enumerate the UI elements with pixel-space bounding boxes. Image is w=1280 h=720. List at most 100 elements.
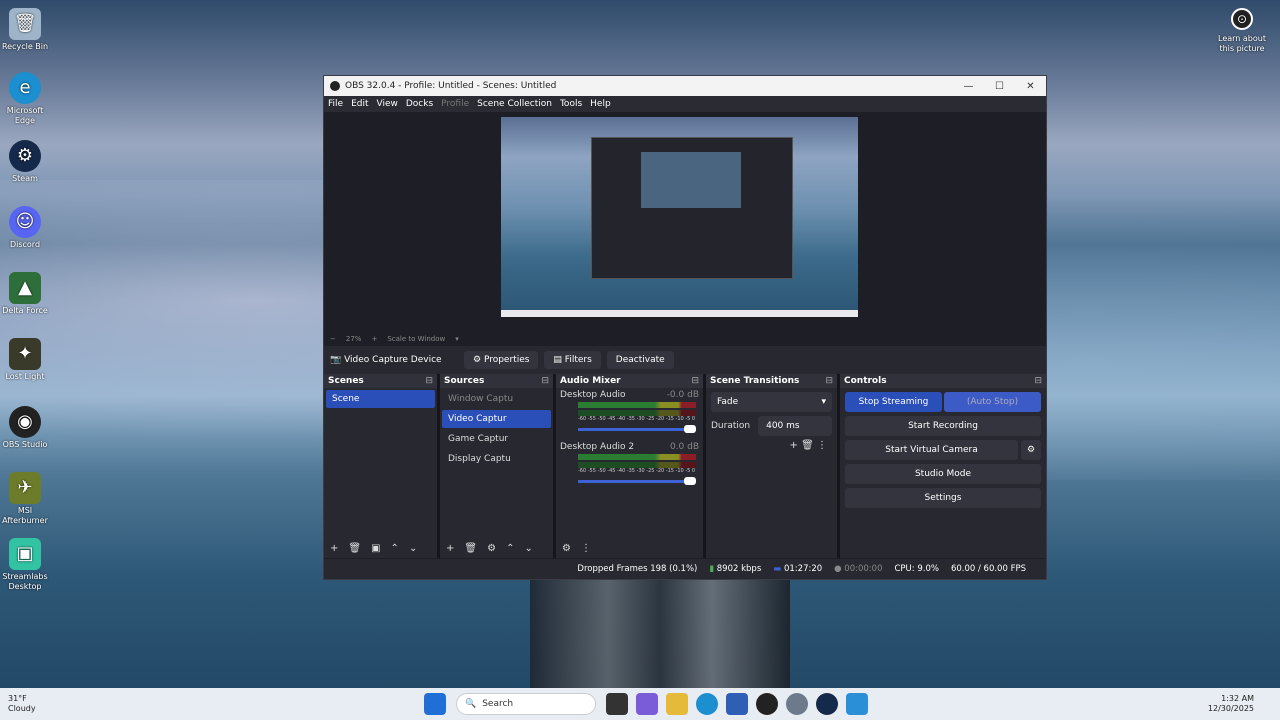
properties-button[interactable]: ⚙ Properties	[464, 351, 539, 369]
stream-time: ▬ 01:27:20	[773, 564, 823, 574]
source-item[interactable]: Game Captur	[442, 430, 551, 448]
menu-edit[interactable]: Edit	[351, 99, 368, 109]
streamlabs-icon: ▣	[9, 538, 41, 570]
nested-preview	[641, 152, 741, 208]
menu-profile[interactable]: Profile	[441, 99, 469, 109]
zoom-in-button[interactable]: +	[371, 335, 377, 343]
desktop-icon-msi-afterburner[interactable]: ✈ MSI Afterburner	[0, 472, 50, 526]
close-button[interactable]: ✕	[1015, 81, 1046, 92]
auto-stop-button[interactable]: (Auto Stop)	[944, 392, 1041, 412]
desktop-icon-steam[interactable]: ⚙ Steam	[0, 140, 50, 184]
volume-slider[interactable]	[578, 425, 696, 433]
stop-streaming-button[interactable]: Stop Streaming	[845, 392, 942, 412]
dock-menu-icon[interactable]: ⊟	[691, 376, 699, 386]
gear-icon[interactable]	[786, 693, 808, 715]
gear-icon[interactable]: ⚙	[487, 543, 496, 554]
trash-icon[interactable]: 🗑	[348, 543, 361, 554]
desktop-icon-edge[interactable]: e Microsoft Edge	[0, 72, 50, 126]
folder-icon[interactable]	[666, 693, 688, 715]
up-icon[interactable]: ⌃	[506, 543, 514, 554]
obs-icon: ◉	[9, 406, 41, 438]
dock-menu-icon[interactable]: ⊟	[1034, 376, 1042, 386]
desktop-icon-lost-light[interactable]: ✦ Lost Light	[0, 338, 50, 382]
mixer-header: Audio Mixer ⊟	[556, 374, 703, 388]
edge-icon[interactable]	[696, 693, 718, 715]
copilot-icon[interactable]	[636, 693, 658, 715]
trash-icon[interactable]: 🗑	[801, 440, 814, 451]
gear-icon[interactable]: ⚙	[1021, 440, 1041, 460]
menu-view[interactable]: View	[377, 99, 398, 109]
settings-button[interactable]: Settings	[845, 488, 1041, 508]
desktop-icon-obs[interactable]: ◉ OBS Studio	[0, 406, 50, 450]
menu-file[interactable]: File	[328, 99, 343, 109]
more-icon[interactable]: ⋮	[581, 543, 591, 554]
start-virtual-camera-button[interactable]: Start Virtual Camera	[845, 440, 1018, 460]
desktop-icon-discord[interactable]: ☺ Discord	[0, 206, 50, 250]
down-icon[interactable]: ⌄	[524, 543, 532, 554]
gear-icon[interactable]: ⚙	[562, 543, 571, 554]
source-item[interactable]: Video Captur	[442, 410, 551, 428]
scale-dropdown-icon[interactable]: ▾	[455, 335, 459, 343]
dock-menu-icon[interactable]: ⊟	[425, 376, 433, 386]
menu-help[interactable]: Help	[590, 99, 611, 109]
zoom-out-button[interactable]: −	[330, 335, 336, 343]
volume-meter	[578, 454, 696, 460]
up-icon[interactable]: ⌃	[391, 543, 399, 554]
obs-icon[interactable]	[756, 693, 778, 715]
mixer-channel: Desktop Audio -0.0 dB -60 -55 -50 -45 -40…	[556, 388, 703, 440]
meter-scale: -60 -55 -50 -45 -40 -35 -30 -25 -20 -15 …	[578, 468, 696, 474]
more-icon[interactable]: ⋮	[817, 440, 827, 451]
desktop-icon-delta-force[interactable]: ▲ Delta Force	[0, 272, 50, 316]
search-box[interactable]: 🔍 Search	[456, 693, 596, 715]
task-view-icon[interactable]	[606, 693, 628, 715]
menu-docks[interactable]: Docks	[406, 99, 433, 109]
camera-icon: ⊙	[1231, 8, 1253, 30]
app-icon[interactable]	[846, 693, 868, 715]
meter-scale: -60 -55 -50 -45 -40 -35 -30 -25 -20 -15 …	[578, 416, 696, 422]
start-recording-button[interactable]: Start Recording	[845, 416, 1041, 436]
desktop-icon-recycle-bin[interactable]: 🗑 Recycle Bin	[0, 8, 50, 52]
steam-icon[interactable]	[816, 693, 838, 715]
status-bar: Dropped Frames 198 (0.1%) ▮ 8902 kbps ▬ …	[324, 559, 1046, 579]
learn-about-picture[interactable]: ⊙ Learn about this picture	[1212, 8, 1272, 54]
weather-widget[interactable]: 31°F Cloudy	[0, 694, 60, 714]
minimize-button[interactable]: —	[953, 81, 984, 92]
add-icon[interactable]: +	[790, 440, 798, 451]
source-item[interactable]: Display Captu	[442, 450, 551, 468]
filter-icon[interactable]: ▣	[371, 543, 380, 554]
scene-item[interactable]: Scene	[326, 390, 435, 408]
source-item[interactable]: Window Captu	[442, 390, 551, 408]
audio-mixer-dock: Audio Mixer ⊟ Desktop Audio -0.0 dB -60 -5…	[556, 374, 703, 558]
store-icon[interactable]	[726, 693, 748, 715]
dock-menu-icon[interactable]: ⊟	[541, 376, 549, 386]
wallpaper-pier	[530, 580, 790, 690]
streaming-row: Stop Streaming (Auto Stop)	[845, 392, 1041, 412]
preview-area[interactable]	[324, 112, 1046, 332]
menu-scene-collection[interactable]: Scene Collection	[477, 99, 552, 109]
menu-tools[interactable]: Tools	[560, 99, 582, 109]
recycle-bin-icon: 🗑	[9, 8, 41, 40]
lost-light-icon: ✦	[9, 338, 41, 370]
taskbar-center: 🔍 Search	[420, 693, 872, 715]
transition-select[interactable]: Fade ▾	[711, 392, 832, 412]
controls-dock: Controls ⊟ Stop Streaming (Auto Stop) Star…	[840, 374, 1046, 558]
window-title: OBS 32.0.4 - Profile: Untitled - Scenes:…	[345, 81, 557, 91]
volume-slider[interactable]	[578, 477, 696, 485]
dock-menu-icon[interactable]: ⊟	[825, 376, 833, 386]
desktop-icon-streamlabs[interactable]: ▣ Streamlabs Desktop	[0, 538, 50, 592]
source-toolbar: 📷 Video Capture Device ⚙ Properties ▤ Fi…	[324, 346, 1046, 374]
duration-input[interactable]: 400 ms	[758, 416, 832, 436]
clock[interactable]: 1:32 AM 12/30/2025	[1208, 694, 1254, 714]
start-icon[interactable]	[424, 693, 446, 715]
maximize-button[interactable]: ☐	[984, 81, 1015, 92]
trash-icon[interactable]: 🗑	[464, 543, 477, 554]
menu-bar: File Edit View Docks Profile Scene Colle…	[324, 96, 1046, 112]
down-icon[interactable]: ⌄	[409, 543, 417, 554]
add-icon[interactable]: +	[330, 543, 338, 554]
filters-button[interactable]: ▤ Filters	[544, 351, 601, 369]
studio-mode-button[interactable]: Studio Mode	[845, 464, 1041, 484]
scale-mode[interactable]: Scale to Window	[387, 335, 445, 343]
add-icon[interactable]: +	[446, 543, 454, 554]
dropped-frames: Dropped Frames 198 (0.1%)	[577, 564, 698, 574]
deactivate-button[interactable]: Deactivate	[606, 351, 674, 369]
